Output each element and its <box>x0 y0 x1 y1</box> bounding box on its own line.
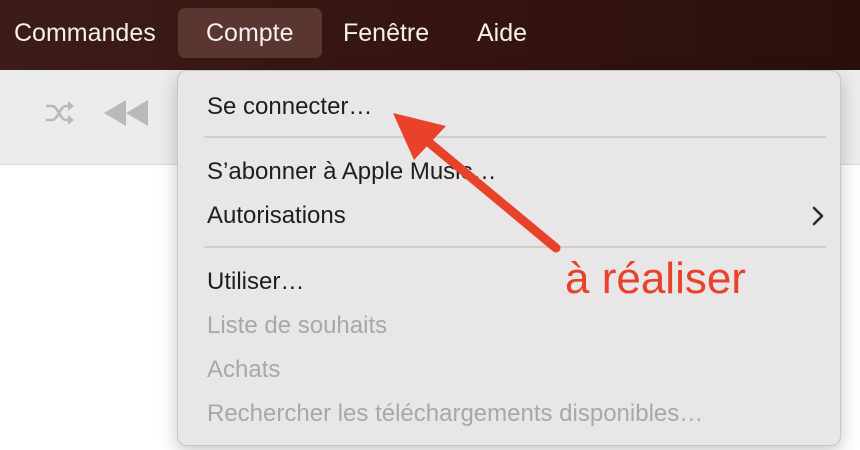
annotation-arrow <box>393 113 561 253</box>
annotation-label: à réaliser <box>565 254 746 303</box>
